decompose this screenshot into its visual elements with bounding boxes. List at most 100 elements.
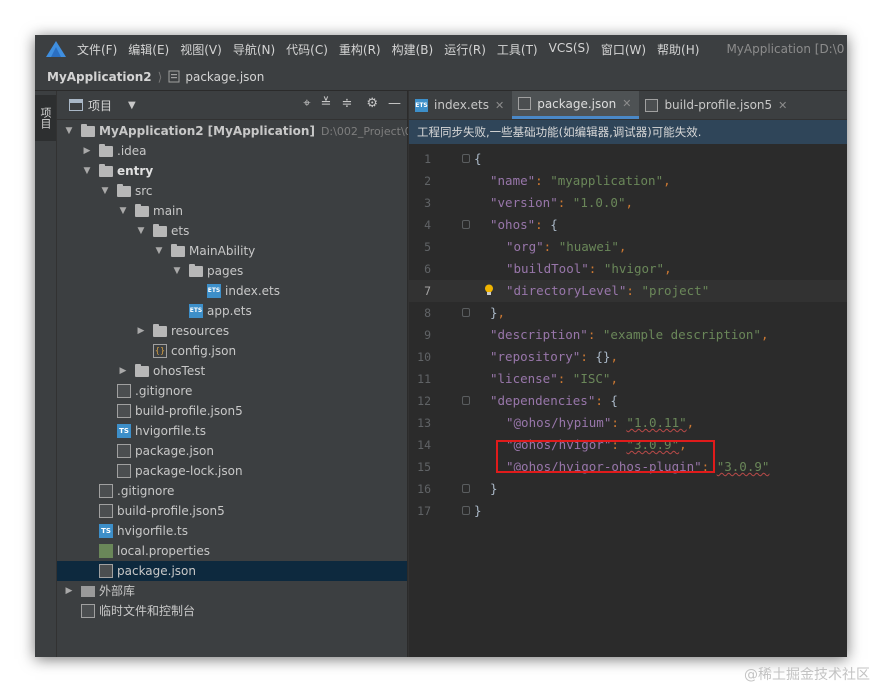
code-line[interactable]: 6 "buildTool": "hvigor",	[409, 258, 847, 280]
tree-row[interactable]: TS hvigorfile.ts	[57, 421, 407, 441]
tree-row[interactable]: ▶ 外部库	[57, 581, 407, 601]
code-line[interactable]: 7 "directoryLevel": "project"	[409, 280, 847, 302]
code-line[interactable]: 3 "version": "1.0.0",	[409, 192, 847, 214]
chevron-right-icon[interactable]: ▶	[63, 581, 75, 601]
project-view-selector[interactable]: 项目	[88, 97, 112, 114]
code-line[interactable]: 9 "description": "example description",	[409, 324, 847, 346]
menu-item[interactable]: 视图(V)	[180, 41, 222, 58]
menu-item[interactable]: 运行(R)	[444, 41, 486, 58]
editor-tab[interactable]: ETS index.ets ✕	[409, 91, 512, 119]
tree-row[interactable]: ▶ ohosTest	[57, 361, 407, 381]
menu-item[interactable]: 帮助(H)	[657, 41, 699, 58]
project-view-icon	[69, 99, 83, 111]
tree-row[interactable]: ▼ entry	[57, 161, 407, 181]
menu-item[interactable]: 窗口(W)	[601, 41, 646, 58]
tree-row[interactable]: TS hvigorfile.ts	[57, 521, 407, 541]
code-text: },	[490, 305, 506, 320]
expand-all-icon[interactable]: ≚	[321, 96, 332, 111]
ets-file-icon: ETS	[415, 98, 428, 112]
fold-marker-icon[interactable]	[462, 154, 470, 163]
tree-row[interactable]: .gitignore	[57, 381, 407, 401]
locate-icon[interactable]: ⌖	[303, 96, 310, 111]
fold-marker-icon[interactable]	[462, 484, 470, 493]
chevron-right-icon[interactable]: ▶	[117, 361, 129, 381]
editor-tab-label: package.json	[537, 96, 617, 111]
tree-row[interactable]: 临时文件和控制台	[57, 601, 407, 621]
chevron-down-icon[interactable]: ▼	[135, 221, 147, 241]
tree-row[interactable]: ETS index.ets	[57, 281, 407, 301]
editor-tab[interactable]: package.json ✕	[512, 91, 640, 119]
chevron-down-icon[interactable]: ▼	[153, 241, 165, 261]
hide-icon[interactable]: —	[388, 96, 401, 111]
tree-row-label: package.json	[135, 444, 215, 458]
close-icon[interactable]: ✕	[622, 97, 631, 110]
tree-row[interactable]: package.json	[57, 441, 407, 461]
chevron-down-icon[interactable]: ▼	[117, 201, 129, 221]
line-number: 11	[417, 372, 431, 386]
code-line[interactable]: 4 "ohos": {	[409, 214, 847, 236]
code-line[interactable]: 8},	[409, 302, 847, 324]
tree-row[interactable]: .gitignore	[57, 481, 407, 501]
code-line[interactable]: 1{	[409, 148, 847, 170]
code-line[interactable]: 13 "@ohos/hypium": "1.0.11",	[409, 412, 847, 434]
code-line[interactable]: 11 "license": "ISC",	[409, 368, 847, 390]
menu-item[interactable]: 工具(T)	[497, 41, 538, 58]
code-line[interactable]: 10 "repository": {},	[409, 346, 847, 368]
tree-row[interactable]: build-profile.json5	[57, 401, 407, 421]
menu-item[interactable]: VCS(S)	[549, 41, 590, 58]
tree-row[interactable]: {} config.json	[57, 341, 407, 361]
folder-icon	[153, 224, 167, 237]
lightbulb-icon[interactable]	[484, 284, 494, 296]
tree-row[interactable]: ▶ resources	[57, 321, 407, 341]
menu-item[interactable]: 编辑(E)	[128, 41, 169, 58]
tree-row[interactable]: package-lock.json	[57, 461, 407, 481]
code-line[interactable]: 2 "name": "myapplication",	[409, 170, 847, 192]
tree-row[interactable]: ▼ main	[57, 201, 407, 221]
collapse-all-icon[interactable]: ≑	[341, 96, 352, 111]
menu-item[interactable]: 构建(B)	[392, 41, 434, 58]
chevron-down-icon[interactable]: ▼	[171, 261, 183, 281]
chevron-down-icon[interactable]: ▼	[81, 161, 93, 181]
tree-row[interactable]: build-profile.json5	[57, 501, 407, 521]
fold-marker-icon[interactable]	[462, 396, 470, 405]
fold-marker-icon[interactable]	[462, 308, 470, 317]
code-line[interactable]: 17}	[409, 500, 847, 522]
code-line[interactable]: 12 "dependencies": {	[409, 390, 847, 412]
tree-row[interactable]: ETS app.ets	[57, 301, 407, 321]
menu-item[interactable]: 导航(N)	[233, 41, 275, 58]
sync-failed-notice: 工程同步失败,一些基础功能(如编辑器,调试器)可能失效.	[409, 120, 847, 144]
code-text: {	[474, 151, 482, 166]
code-line[interactable]: 16}	[409, 478, 847, 500]
close-icon[interactable]: ✕	[778, 99, 787, 112]
tree-row[interactable]: ▼ pages	[57, 261, 407, 281]
menu-item[interactable]: 重构(R)	[339, 41, 381, 58]
breadcrumb-root[interactable]: MyApplication2	[47, 70, 152, 84]
close-icon[interactable]: ✕	[495, 99, 504, 112]
chevron-down-icon[interactable]: ▼	[99, 181, 111, 201]
project-tool-icons: ⌖ ≚ ≑ ⚙ —	[303, 96, 401, 111]
gear-icon[interactable]: ⚙	[366, 96, 378, 111]
chevron-right-icon[interactable]: ▶	[135, 321, 147, 341]
tree-row[interactable]: ▼ MainAbility	[57, 241, 407, 261]
menu-item[interactable]: 代码(C)	[286, 41, 328, 58]
tree-row[interactable]: ▼ src	[57, 181, 407, 201]
chevron-right-icon[interactable]: ▶	[81, 141, 93, 161]
chevron-down-icon[interactable]: ▼	[63, 121, 75, 141]
editor-tab[interactable]: build-profile.json5 ✕	[639, 91, 795, 119]
code-text: "org": "huawei",	[506, 239, 627, 254]
code-line[interactable]: 5 "org": "huawei",	[409, 236, 847, 258]
tree-row[interactable]: package.json	[57, 561, 407, 581]
tree-row[interactable]: ▶ .idea	[57, 141, 407, 161]
chevron-down-icon[interactable]: ▼	[128, 100, 136, 111]
fold-marker-icon[interactable]	[462, 506, 470, 515]
tree-row[interactable]: ▼ MyApplication2 [MyApplication] D:\002_Pro…	[57, 121, 426, 141]
tree-row[interactable]: local.properties	[57, 541, 407, 561]
tree-row[interactable]: ▼ ets	[57, 221, 407, 241]
fold-marker-icon[interactable]	[462, 220, 470, 229]
breadcrumb-file[interactable]: package.json	[168, 70, 264, 84]
highlight-box	[496, 440, 715, 473]
project-tool-tab[interactable]: 项目	[35, 95, 56, 141]
menu-item[interactable]: 文件(F)	[77, 41, 117, 58]
file-icon	[117, 444, 131, 458]
folder-icon	[135, 204, 149, 217]
